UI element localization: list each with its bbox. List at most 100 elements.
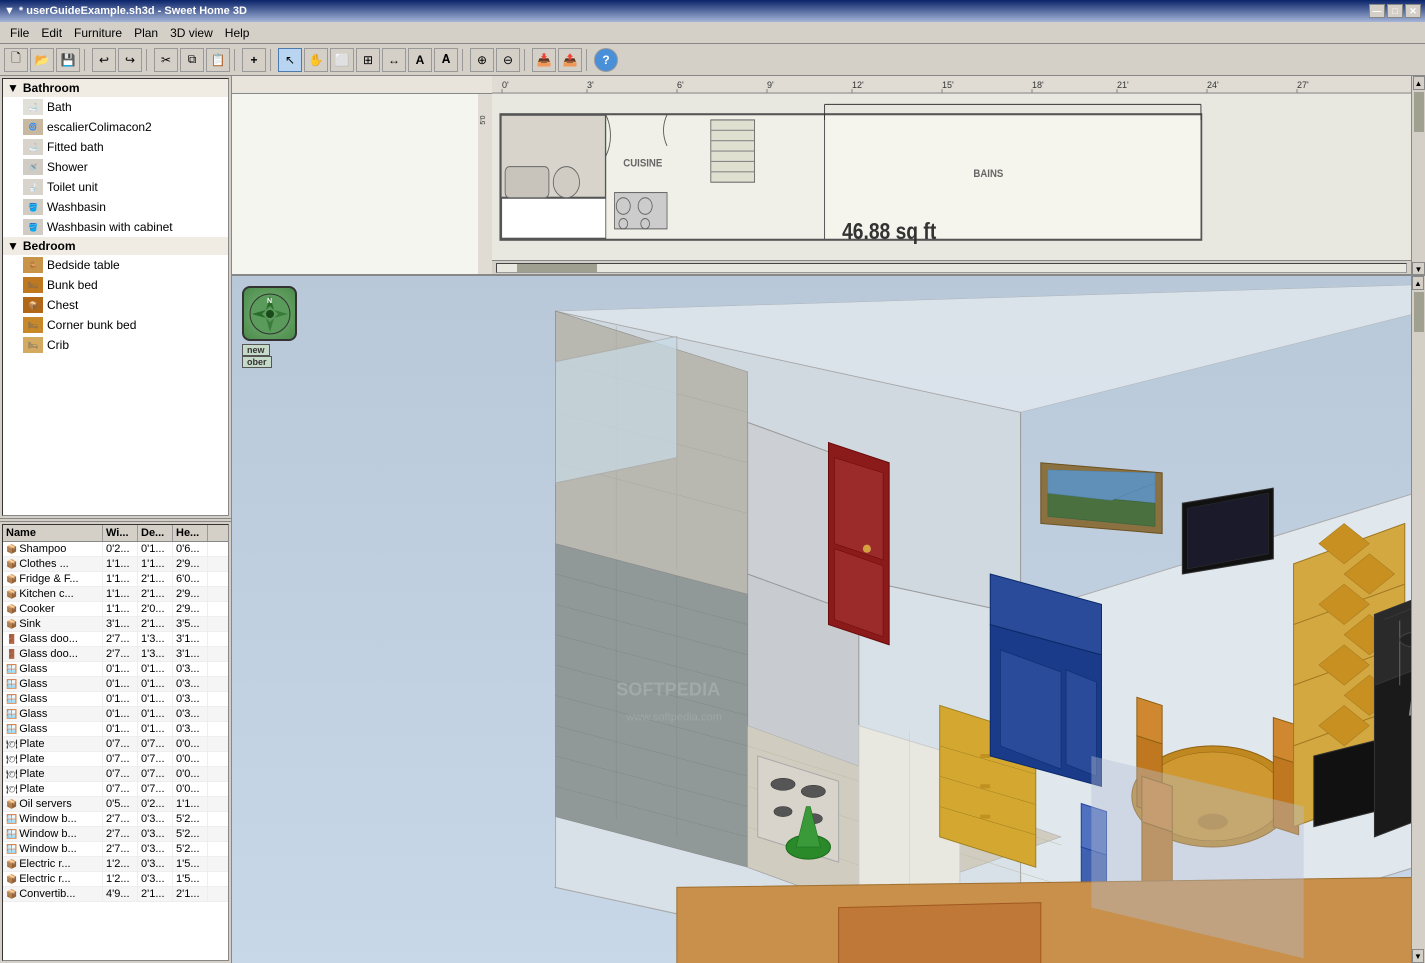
new-button[interactable]: 🗋 — [4, 48, 28, 72]
category-bedroom[interactable]: ▼ Bedroom — [3, 237, 228, 255]
pan-button[interactable]: ✋ — [304, 48, 328, 72]
save-button[interactable]: 💾 — [56, 48, 80, 72]
zoom-out-button[interactable]: ⊖ — [496, 48, 520, 72]
ruler-left: 5'0 — [478, 94, 492, 260]
menu-3dview[interactable]: 3D view — [164, 24, 219, 42]
table-row[interactable]: 📦Convertib... 4'9... 2'1... 2'1... — [3, 887, 228, 902]
table-row[interactable]: 🍽Plate 0'7... 0'7... 0'0... — [3, 782, 228, 797]
plan-view[interactable]: 0' 3' 6' 9' 12' 15' 18' 21' 24' — [232, 76, 1425, 276]
tree-item-washbasin[interactable]: 🪣 Washbasin — [3, 197, 228, 217]
view3d-vscrollbar[interactable]: ▲ ▼ — [1411, 276, 1425, 963]
table-row[interactable]: 📦Shampoo 0'2... 0'1... 0'6... — [3, 542, 228, 557]
svg-text:3': 3' — [587, 80, 594, 90]
open-button[interactable]: 📂 — [30, 48, 54, 72]
table-cell-width: 0'7... — [103, 767, 138, 781]
table-cell-height: 3'1... — [173, 647, 208, 661]
table-row[interactable]: 📦Cooker 1'1... 2'0... 2'9... — [3, 602, 228, 617]
table-row[interactable]: 📦Clothes ... 1'1... 1'1... 2'9... — [3, 557, 228, 572]
import-button[interactable]: 📥 — [532, 48, 556, 72]
panel-divider[interactable] — [0, 518, 231, 522]
close-button[interactable]: ✕ — [1405, 4, 1421, 18]
plan-vscrollbar[interactable]: ▲ ▼ — [1411, 76, 1425, 276]
tree-item-escalier[interactable]: 🌀 escalierColimacon2 — [3, 117, 228, 137]
table-row[interactable]: 🍽Plate 0'7... 0'7... 0'0... — [3, 752, 228, 767]
minimize-button[interactable]: — — [1369, 4, 1385, 18]
view3d-scroll-down[interactable]: ▼ — [1412, 949, 1424, 963]
svg-text:18': 18' — [1032, 80, 1044, 90]
zoom-in-button[interactable]: ⊕ — [470, 48, 494, 72]
row-icon: 📦 — [6, 559, 17, 569]
table-row[interactable]: 🚪Glass doo... 2'7... 1'3... 3'1... — [3, 632, 228, 647]
plan-hscrollbar[interactable] — [492, 260, 1411, 274]
svg-text:12': 12' — [852, 80, 864, 90]
view3d-scroll-up[interactable]: ▲ — [1412, 276, 1424, 290]
table-row[interactable]: 🪟Glass 0'1... 0'1... 0'3... — [3, 677, 228, 692]
undo-button[interactable]: ↩ — [92, 48, 116, 72]
tree-item-fitted-bath[interactable]: 🛁 Fitted bath — [3, 137, 228, 157]
tree-item-bunk-bed[interactable]: 🛏 Bunk bed — [3, 275, 228, 295]
redo-button[interactable]: ↪ — [118, 48, 142, 72]
table-cell-height: 3'1... — [173, 632, 208, 646]
table-cell-name: 📦Cooker — [3, 602, 103, 616]
table-row[interactable]: 🪟Glass 0'1... 0'1... 0'3... — [3, 662, 228, 677]
menu-help[interactable]: Help — [219, 24, 256, 42]
tree-item-crib[interactable]: 🛏 Crib — [3, 335, 228, 355]
menu-plan[interactable]: Plan — [128, 24, 164, 42]
create-label-button[interactable]: A — [408, 48, 432, 72]
row-icon: 🪟 — [6, 829, 17, 839]
tree-item-chest[interactable]: 📦 Chest — [3, 295, 228, 315]
table-row[interactable]: 🪟Glass 0'1... 0'1... 0'3... — [3, 692, 228, 707]
create-dimension-button[interactable]: ↔ — [382, 48, 406, 72]
row-icon: 🪟 — [6, 844, 17, 854]
table-row[interactable]: 🪟Glass 0'1... 0'1... 0'3... — [3, 722, 228, 737]
tree-item-bath[interactable]: 🛁 Bath — [3, 97, 228, 117]
help-button[interactable]: ? — [594, 48, 618, 72]
category-bathroom[interactable]: ▼ Bathroom — [3, 79, 228, 97]
table-cell-name: 🪟Glass — [3, 722, 103, 736]
furniture-table[interactable]: Name Wi... De... He... 📦Shampoo 0'2... 0… — [2, 524, 229, 962]
scroll-up-arrow[interactable]: ▲ — [1413, 76, 1425, 90]
copy-button[interactable]: ⧉ — [180, 48, 204, 72]
table-row[interactable]: 📦Sink 3'1... 2'1... 3'5... — [3, 617, 228, 632]
table-row[interactable]: 🚪Glass doo... 2'7... 1'3... 3'1... — [3, 647, 228, 662]
maximize-button[interactable]: □ — [1387, 4, 1403, 18]
hscrollbar-thumb-plan[interactable] — [517, 264, 597, 272]
scroll-thumb-plan[interactable] — [1414, 92, 1424, 132]
paste-button[interactable]: 📋 — [206, 48, 230, 72]
table-row[interactable]: 📦Kitchen c... 1'1... 2'1... 2'9... — [3, 587, 228, 602]
table-row[interactable]: 📦Electric r... 1'2... 0'3... 1'5... — [3, 857, 228, 872]
table-row[interactable]: 🍽Plate 0'7... 0'7... 0'0... — [3, 767, 228, 782]
nav-compass[interactable]: N — [242, 286, 297, 341]
tree-item-corner-bunk[interactable]: 🛏 Corner bunk bed — [3, 315, 228, 335]
table-row[interactable]: 🍽Plate 0'7... 0'7... 0'0... — [3, 737, 228, 752]
furniture-tree[interactable]: ▼ Bathroom 🛁 Bath 🌀 escalierColimacon2 🛁… — [2, 78, 229, 516]
view-3d[interactable]: N new ober — [232, 276, 1425, 963]
table-row[interactable]: 🪟Window b... 2'7... 0'3... 5'2... — [3, 827, 228, 842]
text-style-button[interactable]: 𝐀 — [434, 48, 458, 72]
add-furniture-button[interactable]: + — [242, 48, 266, 72]
tree-item-bedside[interactable]: 🪑 Bedside table — [3, 255, 228, 275]
row-icon: 🪟 — [6, 664, 17, 674]
tree-item-shower[interactable]: 🚿 Shower — [3, 157, 228, 177]
menu-furniture[interactable]: Furniture — [68, 24, 128, 42]
table-row[interactable]: 🪟Glass 0'1... 0'1... 0'3... — [3, 707, 228, 722]
table-row[interactable]: 🪟Window b... 2'7... 0'3... 5'2... — [3, 842, 228, 857]
menu-edit[interactable]: Edit — [35, 24, 68, 42]
toolbar-sep-1 — [84, 49, 88, 71]
table-row[interactable]: 📦Fridge & F... 1'1... 2'1... 6'0... — [3, 572, 228, 587]
create-wall-button[interactable]: ⬜ — [330, 48, 354, 72]
tree-item-toilet[interactable]: 🚽 Toilet unit — [3, 177, 228, 197]
select-button[interactable]: ↖ — [278, 48, 302, 72]
tree-item-washbasin-cabinet[interactable]: 🪣 Washbasin with cabinet — [3, 217, 228, 237]
plan-content[interactable]: 46.88 sq ft CUISINE BAINS — [492, 94, 1411, 260]
export-button[interactable]: 📤 — [558, 48, 582, 72]
menu-file[interactable]: File — [4, 24, 35, 42]
cut-button[interactable]: ✂ — [154, 48, 178, 72]
view3d-scroll-thumb[interactable] — [1414, 292, 1424, 332]
table-row[interactable]: 📦Electric r... 1'2... 0'3... 1'5... — [3, 872, 228, 887]
table-row[interactable]: 🪟Window b... 2'7... 0'3... 5'2... — [3, 812, 228, 827]
create-room-button[interactable]: ⊞ — [356, 48, 380, 72]
table-row[interactable]: 📦Oil servers 0'5... 0'2... 1'1... — [3, 797, 228, 812]
scroll-down-arrow[interactable]: ▼ — [1412, 262, 1425, 276]
table-body[interactable]: 📦Shampoo 0'2... 0'1... 0'6... 📦Clothes .… — [3, 542, 228, 961]
